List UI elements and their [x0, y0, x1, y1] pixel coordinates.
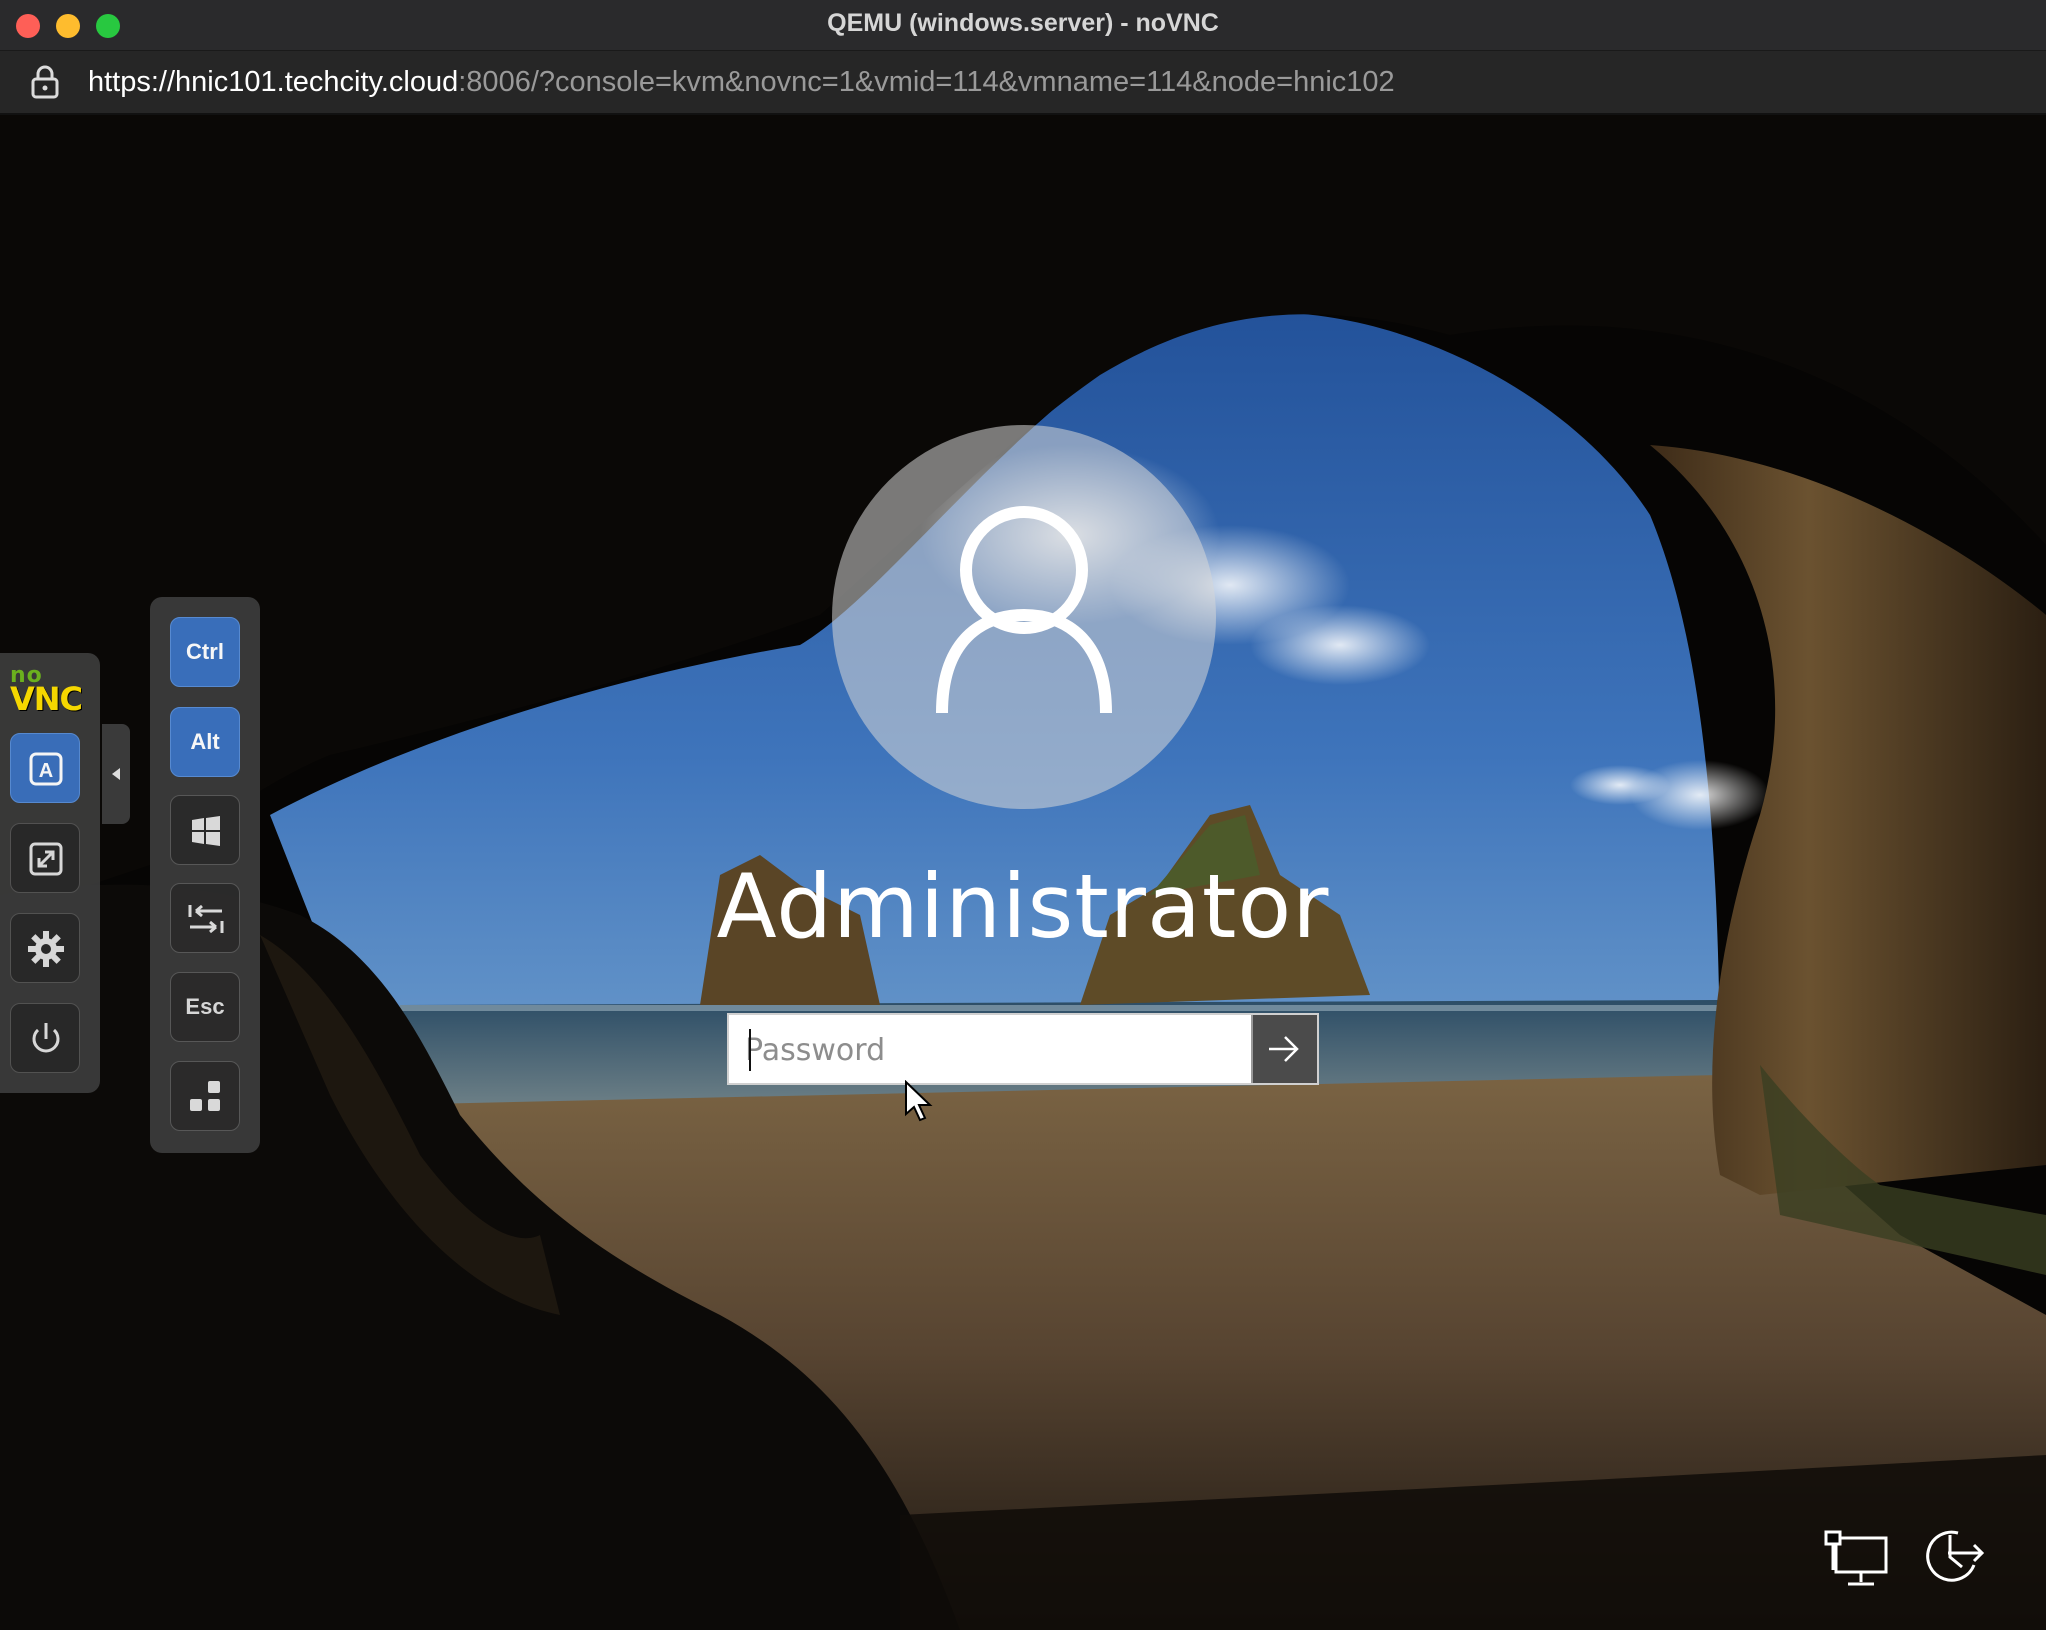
remote-desktop-screen[interactable]: Administrator: [0, 115, 2046, 1630]
window-title: QEMU (windows.server) - noVNC: [827, 9, 1219, 37]
esc-key-button[interactable]: Esc: [170, 972, 240, 1042]
svg-text:A: A: [39, 760, 53, 782]
fullscreen-button[interactable]: [10, 823, 80, 893]
tab-icon: [188, 904, 224, 934]
username-label: Administrator: [716, 855, 1330, 958]
windows-logo-icon: [192, 816, 220, 846]
settings-button[interactable]: [10, 913, 80, 983]
submit-arrow-button[interactable]: [1251, 1015, 1317, 1083]
ease-of-access-icon[interactable]: [1918, 1525, 1986, 1589]
fullscreen-icon: [29, 842, 63, 876]
url-text[interactable]: https://hnic101.techcity.cloud:8006/?con…: [88, 51, 1395, 113]
power-icon: [32, 1023, 60, 1053]
ctrl-alt-del-icon: [190, 1081, 220, 1111]
ctrl-alt-del-button[interactable]: [170, 1061, 240, 1131]
novnc-control-bar: no VNC A: [0, 653, 100, 1093]
alt-key-button[interactable]: Alt: [170, 707, 240, 777]
user-avatar: [832, 425, 1216, 809]
window-titlebar: QEMU (windows.server) - noVNC: [0, 0, 2046, 51]
password-input[interactable]: [743, 1023, 1267, 1077]
mouse-pointer-icon: [905, 1080, 933, 1122]
ctrl-key-button[interactable]: Ctrl: [170, 617, 240, 687]
windows-key-button[interactable]: [170, 795, 240, 865]
settings-gear-icon: [28, 931, 64, 967]
url-path: :8006/?console=kvm&novnc=1&vmid=114&vmna…: [458, 66, 1395, 98]
url-host: hnic101.techcity.cloud: [175, 66, 459, 98]
control-bar-collapse-handle[interactable]: [102, 724, 130, 824]
arrow-right-icon: [1269, 1036, 1299, 1062]
network-icon[interactable]: [1822, 1530, 1890, 1590]
address-bar[interactable]: https://hnic101.techcity.cloud:8006/?con…: [0, 51, 2046, 115]
text-caret: [749, 1029, 751, 1071]
url-scheme: https://: [88, 66, 176, 98]
novnc-logo-vnc: VNC: [10, 680, 83, 718]
tab-key-button[interactable]: [170, 883, 240, 953]
user-silhouette-icon: [936, 506, 1112, 714]
extra-keys-panel: Ctrl Alt Esc: [150, 597, 260, 1153]
novnc-logo: no VNC: [10, 665, 83, 718]
lock-icon: [31, 65, 59, 99]
power-button[interactable]: [10, 1003, 80, 1073]
keyboard-toggle-button[interactable]: A: [10, 733, 80, 803]
keyboard-icon: A: [29, 752, 63, 786]
triangle-left-icon: [112, 768, 120, 780]
password-field-container: [727, 1013, 1319, 1085]
